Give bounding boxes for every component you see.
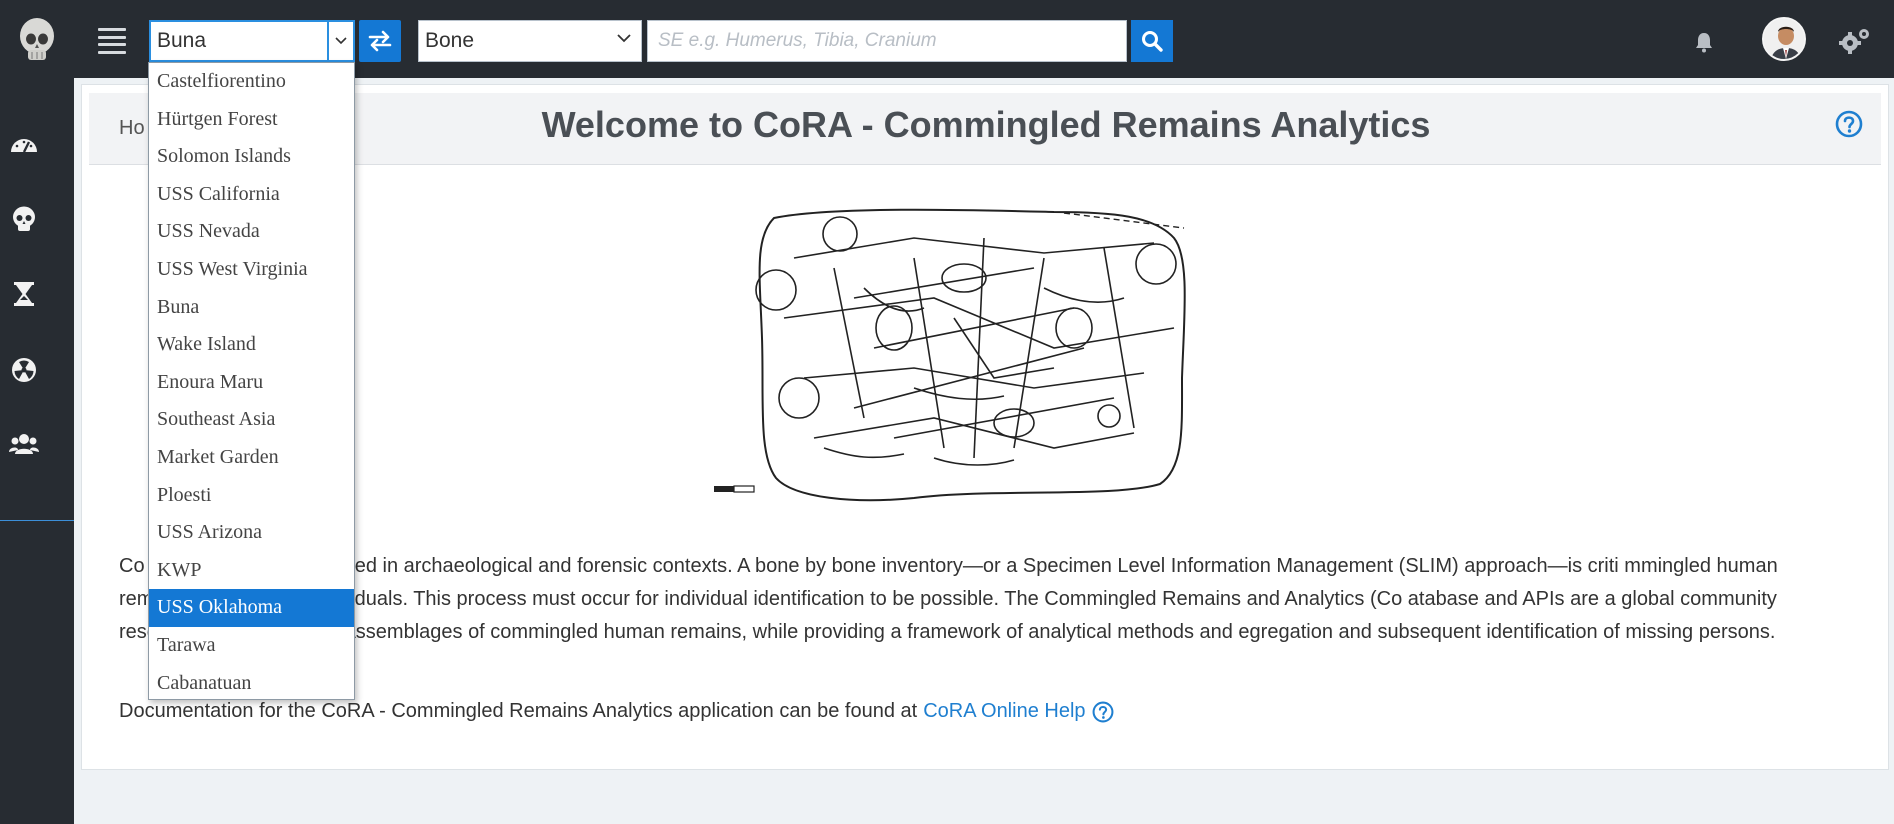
breadcrumb[interactable]: Ho — [119, 117, 145, 140]
bone-select-value: Bone — [425, 29, 475, 52]
gears-icon[interactable] — [1838, 26, 1872, 56]
dropdown-option[interactable]: Enoura Maru — [149, 364, 354, 402]
users-icon[interactable] — [8, 428, 40, 460]
swap-icon — [368, 30, 392, 52]
site-select-value: Buna — [157, 29, 207, 52]
dropdown-option[interactable]: Hürtgen Forest — [149, 101, 354, 139]
menu-icon[interactable] — [98, 28, 126, 54]
dropdown-option[interactable]: USS Oklahoma — [149, 589, 354, 627]
intro-paragraph: Co ins are often encountered in archaeol… — [119, 555, 1778, 643]
online-help-link[interactable]: CoRA Online Help — [923, 700, 1085, 723]
search-placeholder: SE e.g. Humerus, Tibia, Cranium — [658, 30, 937, 51]
commingled-burial-illustration — [714, 208, 1186, 502]
bell-icon[interactable] — [1692, 30, 1716, 54]
swap-button[interactable] — [359, 20, 401, 62]
dashboard-icon[interactable] — [8, 128, 40, 160]
dropdown-option[interactable]: USS California — [149, 176, 354, 214]
skull-logo[interactable] — [14, 16, 60, 64]
dropdown-option[interactable]: Tarawa — [149, 627, 354, 665]
hourglass-icon[interactable] — [8, 278, 40, 310]
documentation-line: Documentation for the CoRA - Commingled … — [119, 700, 1114, 723]
bone-select[interactable]: Bone — [418, 20, 642, 62]
dropdown-option[interactable]: Wake Island — [149, 326, 354, 364]
help-icon[interactable] — [1092, 701, 1114, 723]
dropdown-option[interactable]: Solomon Islands — [149, 138, 354, 176]
dropdown-option[interactable]: USS Arizona — [149, 514, 354, 552]
help-icon[interactable] — [1835, 110, 1863, 138]
dropdown-option[interactable]: USS Nevada — [149, 213, 354, 251]
radiation-icon[interactable] — [8, 354, 40, 386]
sidebar-divider — [0, 520, 74, 521]
dropdown-option[interactable]: USS West Virginia — [149, 251, 354, 289]
site-select[interactable]: Buna — [149, 20, 355, 62]
dropdown-option[interactable]: Cabanatuan — [149, 665, 354, 700]
dropdown-option[interactable]: Buna — [149, 289, 354, 327]
search-input[interactable]: SE e.g. Humerus, Tibia, Cranium — [647, 20, 1127, 62]
chevron-down-icon[interactable] — [327, 22, 353, 60]
dropdown-option[interactable]: Ploesti — [149, 477, 354, 515]
skull-icon[interactable] — [8, 204, 40, 236]
documentation-text: Documentation for the CoRA - Commingled … — [119, 700, 918, 722]
dropdown-option[interactable]: Southeast Asia — [149, 401, 354, 439]
dropdown-option[interactable]: Castelfiorentino — [149, 63, 354, 101]
dropdown-option[interactable]: Market Garden — [149, 439, 354, 477]
avatar[interactable] — [1762, 17, 1806, 61]
sidebar — [0, 78, 74, 824]
search-button[interactable] — [1131, 20, 1173, 62]
search-icon — [1142, 31, 1163, 52]
dropdown-option[interactable]: KWP — [149, 552, 354, 590]
chevron-down-icon — [617, 34, 631, 43]
page-title: Welcome to CoRA - Commingled Remains Ana… — [541, 104, 1431, 145]
site-dropdown-list: Castelfiorentino Hürtgen Forest Solomon Is… — [148, 62, 355, 700]
